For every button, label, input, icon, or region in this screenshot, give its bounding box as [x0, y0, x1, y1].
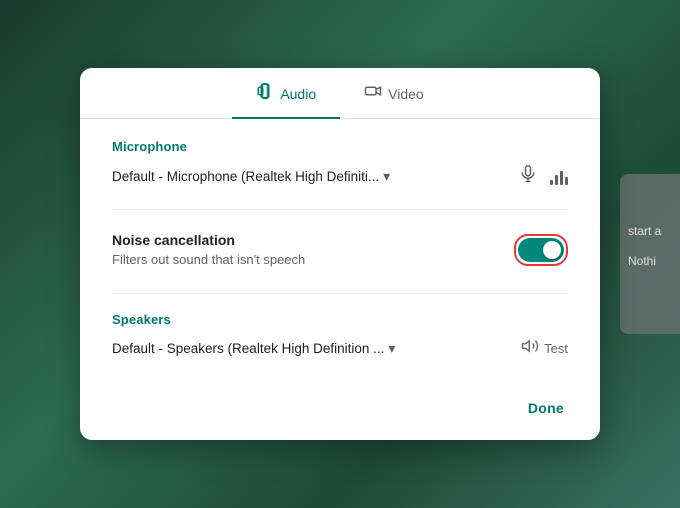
sidebar-panel: start a Nothi	[620, 174, 680, 334]
tab-video-label: Video	[388, 86, 424, 102]
microphone-icon	[518, 164, 538, 189]
microphone-device-row: Default - Microphone (Realtek High Defin…	[112, 164, 568, 189]
tab-audio-label: Audio	[280, 86, 316, 102]
divider-2	[112, 293, 568, 294]
test-label: Test	[544, 341, 568, 356]
noise-cancellation-row: Noise cancellation Filters out sound tha…	[112, 228, 568, 271]
video-tab-icon	[364, 82, 382, 105]
audio-tab-icon	[256, 82, 274, 105]
divider-1	[112, 209, 568, 210]
tab-bar: Audio Video	[80, 68, 600, 119]
settings-dialog: Audio Video Microphone Default - Microph…	[80, 68, 600, 440]
test-speakers-button[interactable]: Test	[521, 337, 568, 360]
dialog-footer: Done	[80, 384, 600, 440]
noise-cancellation-toggle-wrapper	[514, 234, 568, 266]
noise-text-group: Noise cancellation Filters out sound tha…	[112, 232, 305, 267]
noise-cancellation-title: Noise cancellation	[112, 232, 305, 248]
speakers-chevron-icon: ▾	[388, 340, 395, 357]
microphone-chevron-icon: ▾	[383, 168, 390, 185]
done-button[interactable]: Done	[516, 392, 576, 424]
speakers-device-row: Default - Speakers (Realtek High Definit…	[112, 337, 568, 360]
speakers-device-name: Default - Speakers (Realtek High Definit…	[112, 341, 384, 356]
tab-video[interactable]: Video	[340, 68, 448, 119]
sidebar-start-text: start a	[628, 224, 661, 238]
toggle-knob	[543, 241, 561, 259]
speakers-section-label: Speakers	[112, 312, 568, 327]
noise-cancellation-toggle[interactable]	[518, 238, 564, 262]
sidebar-nothi-text: Nothi	[628, 254, 656, 268]
dialog-content: Microphone Default - Microphone (Realtek…	[80, 119, 600, 384]
microphone-device-name: Default - Microphone (Realtek High Defin…	[112, 169, 379, 184]
microphone-controls	[518, 164, 568, 189]
speakers-select[interactable]: Default - Speakers (Realtek High Definit…	[112, 340, 395, 357]
microphone-section-label: Microphone	[112, 139, 568, 154]
noise-cancellation-desc: Filters out sound that isn't speech	[112, 252, 305, 267]
speaker-icon	[521, 337, 539, 360]
tab-audio[interactable]: Audio	[232, 68, 340, 119]
microphone-select[interactable]: Default - Microphone (Realtek High Defin…	[112, 168, 390, 185]
audio-levels-icon	[550, 169, 568, 185]
